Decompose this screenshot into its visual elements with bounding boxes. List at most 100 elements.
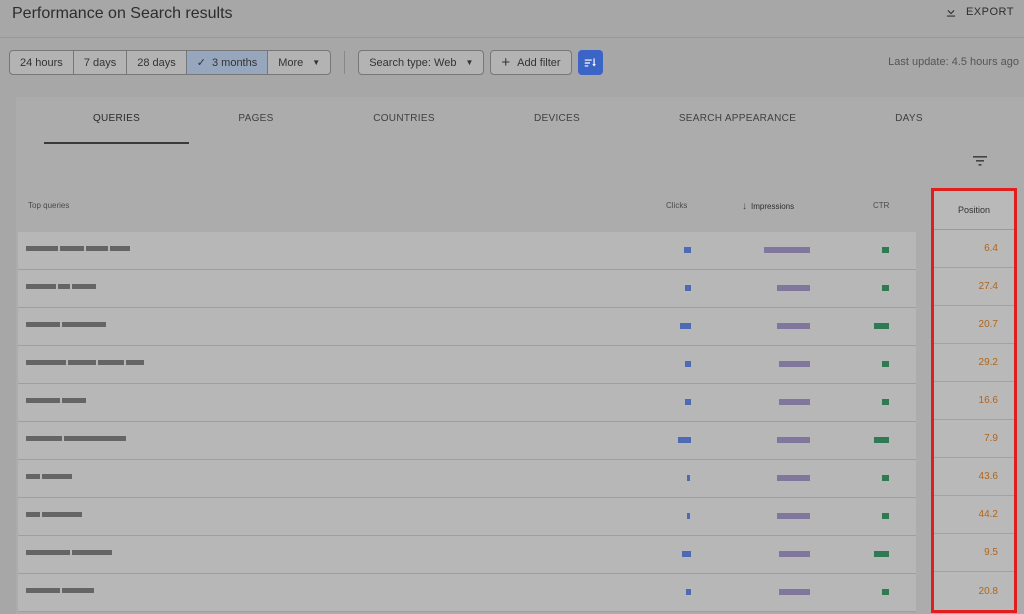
obscured-clicks — [687, 475, 690, 481]
obscured-impressions — [779, 399, 810, 405]
active-tab-indicator — [44, 142, 189, 144]
table-row[interactable] — [18, 270, 916, 308]
obscured-clicks — [685, 285, 691, 291]
table-row[interactable] — [18, 498, 916, 536]
tab-queries[interactable]: QUERIES — [44, 113, 189, 124]
add-filter-button[interactable]: + Add filter — [490, 50, 572, 75]
table-row[interactable] — [18, 384, 916, 422]
range-more[interactable]: More ▼ — [268, 51, 330, 74]
position-cell: 27.4 — [934, 268, 1014, 306]
obscured-query — [26, 358, 144, 367]
filter-bar: 24 hours 7 days 28 days ✓ 3 months More … — [9, 50, 603, 75]
table-row[interactable] — [18, 422, 916, 460]
caret-down-icon: ▼ — [312, 58, 321, 67]
position-cell: 20.8 — [978, 585, 998, 597]
table-row[interactable] — [18, 232, 916, 270]
obscured-ctr — [882, 361, 889, 367]
obscured-impressions — [777, 323, 810, 329]
obscured-impressions — [777, 437, 810, 443]
sort-down-arrow-icon: ↓ — [742, 201, 747, 212]
tab-pages[interactable]: PAGES — [206, 113, 306, 124]
add-filter-label: Add filter — [517, 56, 561, 69]
obscured-ctr — [882, 285, 889, 291]
obscured-query — [26, 396, 86, 405]
obscured-ctr — [882, 475, 889, 481]
range-24-hours[interactable]: 24 hours — [10, 51, 74, 74]
obscured-ctr — [882, 513, 889, 519]
tab-countries[interactable]: COUNTRIES — [354, 113, 454, 124]
obscured-clicks — [687, 513, 690, 519]
page-title: Performance on Search results — [12, 5, 233, 22]
obscured-impressions — [779, 551, 810, 557]
queries-table — [18, 232, 916, 612]
range-28-days[interactable]: 28 days — [127, 51, 187, 74]
obscured-query — [26, 586, 94, 595]
obscured-query — [26, 510, 82, 519]
position-column-highlight: Position 6.4 27.4 20.7 29.2 16.6 7.9 43.… — [931, 188, 1017, 613]
obscured-ctr — [882, 589, 889, 595]
obscured-impressions — [777, 285, 810, 291]
table-row[interactable] — [18, 308, 916, 346]
obscured-ctr — [874, 323, 889, 329]
position-cell: 29.2 — [934, 344, 1014, 382]
sort-filter-button[interactable] — [577, 50, 603, 75]
obscured-ctr — [882, 247, 889, 253]
impressions-label: Impressions — [751, 202, 795, 211]
report-card: QUERIES PAGES COUNTRIES DEVICES SEARCH A… — [16, 97, 1024, 614]
position-cell: 44.2 — [934, 496, 1014, 534]
column-header-position[interactable]: Position — [934, 191, 1014, 230]
obscured-query — [26, 320, 106, 329]
position-cell: 6.4 — [934, 230, 1014, 268]
obscured-clicks — [680, 323, 691, 329]
obscured-query — [26, 472, 72, 481]
obscured-query — [26, 434, 126, 443]
obscured-clicks — [678, 437, 691, 443]
export-label: EXPORT — [965, 6, 1014, 18]
tab-search-appearance[interactable]: SEARCH APPEARANCE — [666, 113, 809, 124]
obscured-clicks — [686, 589, 691, 595]
range-3-months[interactable]: ✓ 3 months — [186, 51, 269, 74]
position-cell: 7.9 — [934, 420, 1014, 458]
download-icon — [946, 6, 956, 17]
obscured-impressions — [777, 475, 810, 481]
date-range-selector: 24 hours 7 days 28 days ✓ 3 months More … — [9, 50, 332, 75]
obscured-query — [26, 282, 96, 291]
obscured-impressions — [779, 589, 810, 595]
search-type-dropdown[interactable]: Search type: Web ▼ — [358, 50, 485, 75]
filter-rows-icon[interactable] — [973, 155, 987, 167]
obscured-query — [26, 244, 130, 253]
last-update-text: Last update: 4.5 hours ago — [888, 56, 1019, 68]
column-header-clicks[interactable]: Clicks — [666, 201, 687, 210]
table-row[interactable] — [18, 574, 916, 612]
column-header-queries[interactable]: Top queries — [28, 201, 69, 210]
position-cell: 9.5 — [934, 534, 1014, 572]
obscured-clicks — [685, 399, 691, 405]
page-header: Performance on Search results EXPORT — [0, 0, 1024, 38]
column-header-impressions[interactable]: ↓ Impressions — [742, 201, 794, 212]
tab-days[interactable]: DAYS — [859, 113, 959, 124]
range-3-months-label: 3 months — [211, 56, 258, 69]
export-button[interactable]: EXPORT — [944, 5, 1014, 19]
tab-devices[interactable]: DEVICES — [507, 113, 607, 124]
obscured-clicks — [684, 247, 691, 253]
obscured-clicks — [685, 361, 691, 367]
table-row[interactable] — [18, 460, 916, 498]
obscured-clicks — [682, 551, 691, 557]
obscured-impressions — [777, 513, 810, 519]
column-header-ctr[interactable]: CTR — [873, 201, 889, 210]
search-type-label: Search type: Web — [369, 56, 457, 69]
range-more-label: More — [278, 56, 304, 69]
dimension-tabs: QUERIES PAGES COUNTRIES DEVICES SEARCH A… — [16, 97, 1008, 144]
obscured-impressions — [764, 247, 810, 253]
table-row[interactable] — [18, 536, 916, 574]
obscured-ctr — [882, 399, 889, 405]
obscured-ctr — [874, 551, 889, 557]
table-row[interactable] — [18, 346, 916, 384]
obscured-query — [26, 548, 112, 557]
position-cell: 20.7 — [934, 306, 1014, 344]
range-7-days[interactable]: 7 days — [74, 51, 128, 74]
plus-icon: + — [501, 54, 511, 71]
caret-down-icon: ▼ — [465, 58, 474, 67]
obscured-ctr — [874, 437, 889, 443]
check-icon: ✓ — [196, 57, 206, 69]
